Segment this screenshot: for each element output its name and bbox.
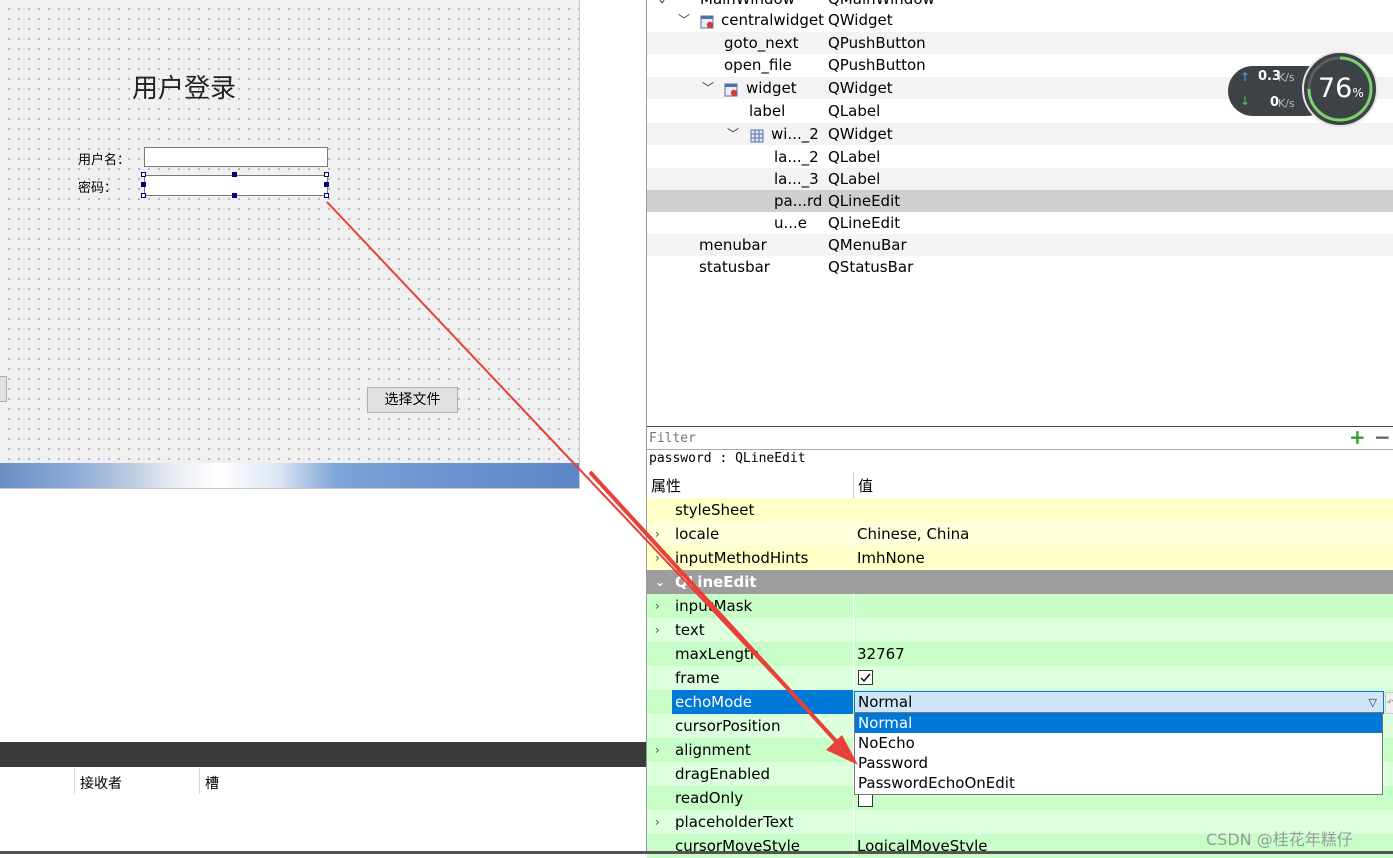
watermark-text: CSDN @桂花年糕仔 xyxy=(1206,830,1353,849)
annotation-arrow xyxy=(326,201,858,765)
